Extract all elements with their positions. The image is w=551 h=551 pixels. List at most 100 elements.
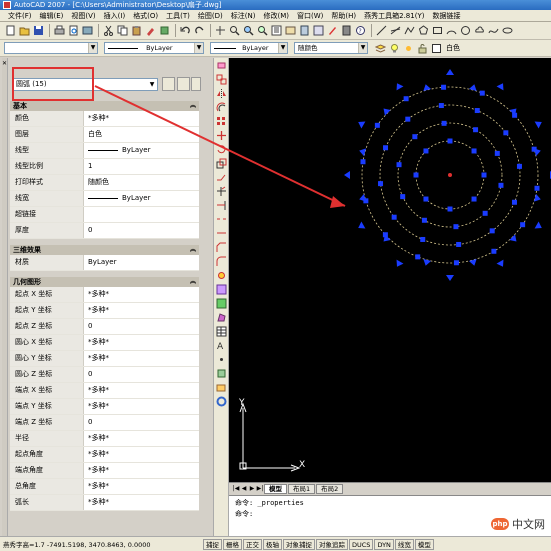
square-grip[interactable]	[447, 138, 453, 144]
layer-freeze-sun-icon[interactable]	[402, 42, 415, 55]
menu-tools[interactable]: 工具(T)	[162, 11, 194, 21]
model-toggle[interactable]: 模型	[414, 538, 434, 550]
explode-icon[interactable]	[215, 269, 228, 282]
square-grip[interactable]	[479, 90, 485, 96]
arrow-grip[interactable]	[358, 221, 366, 229]
ellipse-icon[interactable]	[501, 24, 514, 37]
grid-toggle[interactable]: 栅格	[223, 538, 242, 550]
prop-value[interactable]: *多种*	[84, 287, 199, 302]
arrow-grip[interactable]	[534, 221, 542, 229]
arrow-grip[interactable]	[396, 259, 404, 267]
last-tab-icon[interactable]: ▶|	[256, 484, 264, 493]
square-grip[interactable]	[382, 232, 388, 238]
copy-object-icon[interactable]	[215, 73, 228, 86]
prop-value[interactable]: *多种*	[84, 463, 199, 478]
menu-format[interactable]: 格式(O)	[129, 11, 162, 21]
prop-row-end-z[interactable]: 端点 Z 坐标 0	[10, 415, 199, 431]
ducs-toggle[interactable]: DUCS	[349, 538, 374, 550]
prop-value[interactable]: *多种*	[84, 111, 199, 126]
tab-model[interactable]: 模型	[264, 483, 287, 494]
help-icon[interactable]: ?	[354, 24, 367, 37]
prop-row-arc-length[interactable]: 弧长 *多种*	[10, 495, 199, 511]
arrow-grip[interactable]	[468, 258, 477, 266]
square-grip[interactable]	[441, 84, 447, 90]
square-grip[interactable]	[534, 185, 540, 191]
fan-drawing[interactable]	[229, 58, 551, 482]
trim-icon[interactable]	[215, 185, 228, 198]
dyn-toggle[interactable]: DYN	[374, 538, 394, 550]
revision-cloud-icon[interactable]	[473, 24, 486, 37]
copy-icon[interactable]	[116, 24, 129, 37]
square-grip[interactable]	[503, 130, 509, 136]
section-3d-header[interactable]: 三维效果 ︽	[10, 245, 199, 255]
otrack-toggle[interactable]: 对象追踪	[316, 538, 348, 550]
zoom-realtime-icon[interactable]	[228, 24, 241, 37]
cut-icon[interactable]	[102, 24, 115, 37]
close-icon[interactable]: ✕	[2, 60, 7, 67]
layer-state-combo[interactable]: ▼	[4, 42, 98, 54]
layer-manager-icon[interactable]	[374, 42, 387, 55]
square-grip[interactable]	[423, 196, 429, 202]
prop-value[interactable]: ByLayer	[84, 143, 199, 158]
prop-value[interactable]: 白色	[84, 127, 199, 142]
square-grip[interactable]	[413, 172, 419, 178]
prop-row-end-angle[interactable]: 端点角度 *多种*	[10, 463, 199, 479]
construction-line-icon[interactable]	[389, 24, 402, 37]
section-basic-header[interactable]: 基本 ︽	[10, 101, 199, 111]
layer-on-lightbulb-icon[interactable]	[388, 42, 401, 55]
current-layer-name[interactable]: 白色	[446, 43, 460, 53]
prop-row-start-z[interactable]: 起点 Z 坐标 0	[10, 319, 199, 335]
prop-value[interactable]: *多种*	[84, 351, 199, 366]
arrow-grip[interactable]	[446, 275, 454, 281]
arc-icon[interactable]	[445, 24, 458, 37]
collapse-icon[interactable]: ︽	[190, 101, 196, 111]
square-grip[interactable]	[491, 248, 497, 254]
rectangle-icon[interactable]	[431, 24, 444, 37]
polyline-icon[interactable]	[403, 24, 416, 37]
prop-value[interactable]: *多种*	[84, 383, 199, 398]
open-file-icon[interactable]	[18, 24, 31, 37]
square-grip[interactable]	[489, 228, 495, 234]
arrow-grip[interactable]	[383, 108, 391, 116]
square-grip[interactable]	[494, 150, 500, 156]
prop-row-lineweight[interactable]: 线宽 ByLayer	[10, 191, 199, 207]
zoom-window-icon[interactable]	[242, 24, 255, 37]
square-grip[interactable]	[360, 159, 366, 165]
menu-data-link[interactable]: 数据链接	[428, 11, 464, 21]
print-preview-icon[interactable]	[67, 24, 80, 37]
save-icon[interactable]	[32, 24, 45, 37]
donut-icon[interactable]	[215, 395, 228, 408]
markup-icon[interactable]	[326, 24, 339, 37]
square-grip[interactable]	[391, 214, 397, 220]
point-icon[interactable]	[215, 353, 228, 366]
break-icon[interactable]	[215, 213, 228, 226]
arrow-grip[interactable]	[423, 84, 432, 92]
square-grip[interactable]	[447, 206, 453, 212]
arrow-grip[interactable]	[496, 83, 504, 91]
toggle-pickadd-button[interactable]	[162, 77, 175, 91]
ortho-toggle[interactable]: 正交	[243, 538, 262, 550]
print-icon[interactable]	[53, 24, 66, 37]
pan-icon[interactable]	[214, 24, 227, 37]
lineweight-combo[interactable]: ByLayer ▼	[210, 42, 288, 54]
prop-value[interactable]: *多种*	[84, 479, 199, 494]
calculator-icon[interactable]	[340, 24, 353, 37]
prop-row-start-y[interactable]: 起点 Y 坐标 *多种*	[10, 303, 199, 319]
hatch-icon[interactable]	[215, 283, 228, 296]
square-grip[interactable]	[511, 199, 517, 205]
lineweight-toggle[interactable]: 线宽	[394, 538, 414, 550]
square-grip[interactable]	[531, 146, 537, 152]
menu-modify[interactable]: 修改(M)	[259, 11, 293, 21]
osnap-toggle[interactable]: 对象捕捉	[283, 538, 315, 550]
paste-icon[interactable]	[130, 24, 143, 37]
square-grip[interactable]	[378, 181, 384, 187]
mirror-icon[interactable]	[215, 87, 228, 100]
prop-value[interactable]: *多种*	[84, 303, 199, 318]
spline-icon[interactable]	[487, 24, 500, 37]
undo-icon[interactable]	[179, 24, 192, 37]
properties-icon[interactable]	[270, 24, 283, 37]
tool-palettes-icon[interactable]	[298, 24, 311, 37]
array-icon[interactable]	[215, 115, 228, 128]
square-grip[interactable]	[473, 127, 479, 133]
prop-row-thickness[interactable]: 厚度 0	[10, 223, 199, 239]
